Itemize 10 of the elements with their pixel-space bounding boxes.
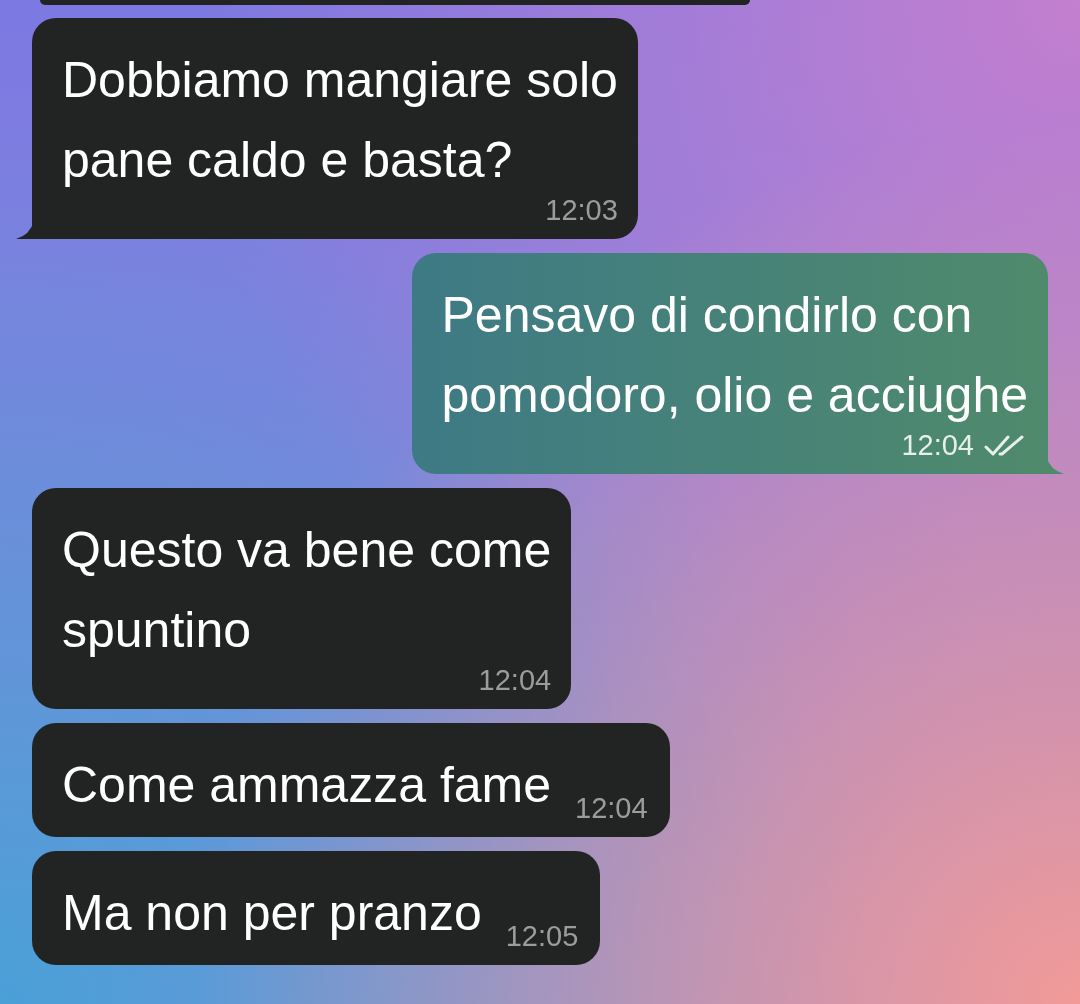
message-time: 12:05 <box>505 920 579 953</box>
message-time: 12:04 <box>478 664 552 697</box>
message-time: 12:04 <box>575 792 648 825</box>
message-text: Come ammazza fame <box>62 756 552 815</box>
message-time: 12:03 <box>545 194 618 227</box>
message-time: 12:04 <box>901 429 974 462</box>
message-text: Dobbiamo mangiare solo pane caldo e basta? <box>62 51 618 190</box>
message-text: Pensavo di condirlo con pomodoro, olio e acciughe <box>441 286 1028 425</box>
message-text: Ma non per pranzo <box>62 884 482 943</box>
message-text: Questo va bene come spuntino <box>62 521 552 660</box>
